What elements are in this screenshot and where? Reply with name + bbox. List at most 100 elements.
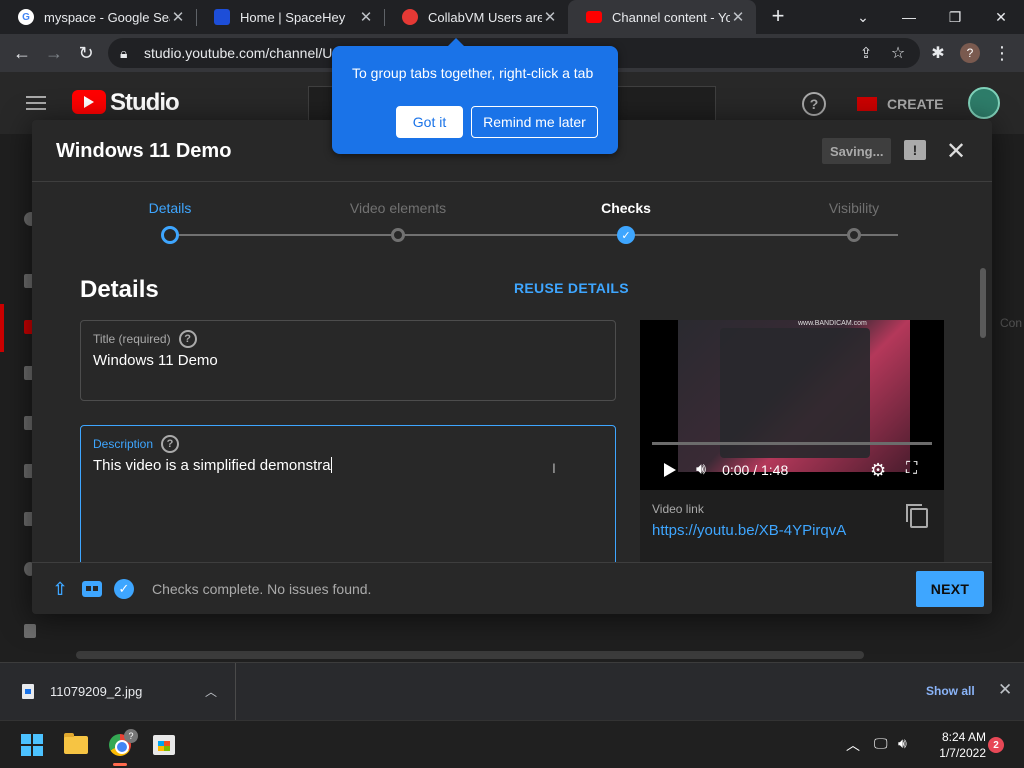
create-button[interactable]: CREATE bbox=[843, 88, 947, 120]
tab-collabvm[interactable]: CollabVM Users are creative ✕ bbox=[384, 0, 568, 34]
tab-search-chevron-icon[interactable]: ⌄ bbox=[840, 0, 886, 34]
reload-button[interactable]: ↻ bbox=[72, 40, 100, 66]
help-icon[interactable]: ? bbox=[802, 92, 826, 116]
dialog-close-button[interactable]: ✕ bbox=[944, 138, 968, 165]
share-icon[interactable]: ⇪ bbox=[852, 40, 880, 66]
file-explorer-button[interactable] bbox=[56, 727, 96, 763]
system-clock[interactable]: 8:24 AM 1/7/2022 bbox=[928, 729, 986, 761]
tab-title: Channel content - YouTube Studio bbox=[612, 9, 730, 25]
close-tab-icon[interactable]: ✕ bbox=[358, 9, 374, 26]
menu-hamburger-icon[interactable] bbox=[24, 92, 48, 114]
next-button[interactable]: NEXT bbox=[916, 571, 984, 607]
checks-complete-icon[interactable]: ✓ bbox=[114, 579, 134, 599]
video-link[interactable]: https://youtu.be/XB-4YPirqvA bbox=[652, 522, 846, 539]
volume-tray-icon[interactable]: 🔊︎ bbox=[898, 735, 907, 752]
watermark-text: www.BANDICAM.com bbox=[798, 320, 867, 327]
start-button[interactable] bbox=[12, 727, 52, 763]
close-shelf-icon[interactable]: ✕ bbox=[998, 680, 1012, 700]
video-link-panel: Video link https://youtu.be/XB-4YPirqvA bbox=[640, 490, 944, 570]
spacehey-icon bbox=[214, 9, 230, 25]
chrome-taskbar-button[interactable]: ? bbox=[100, 727, 140, 763]
play-icon[interactable] bbox=[664, 463, 676, 477]
title-label-text: Title (required) bbox=[93, 332, 171, 346]
background-column-text: Con bbox=[1000, 316, 1023, 330]
upload-stepper: Details Video elements Checks Visibility… bbox=[32, 182, 992, 252]
ibeam-cursor-icon: I bbox=[552, 460, 556, 476]
tab-title: myspace - Google Search bbox=[44, 9, 170, 25]
chrome-menu-icon[interactable]: ⋮ bbox=[988, 40, 1016, 66]
studio-logo-text[interactable]: Studio bbox=[110, 89, 180, 117]
video-progress-bar[interactable] bbox=[652, 442, 932, 445]
create-label: CREATE bbox=[887, 96, 944, 112]
dialog-scrollbar[interactable] bbox=[980, 268, 986, 338]
remind-later-button[interactable]: Remind me later bbox=[471, 106, 598, 138]
step-video-elements-label[interactable]: Video elements bbox=[308, 200, 488, 216]
new-tab-button[interactable]: + bbox=[766, 5, 790, 29]
sidebar-feedback-icon[interactable] bbox=[24, 624, 36, 638]
fullscreen-icon[interactable]: ⛶ bbox=[906, 460, 917, 478]
step-details-label[interactable]: Details bbox=[80, 200, 260, 216]
clock-time: 8:24 AM bbox=[941, 730, 986, 744]
close-tab-icon[interactable]: ✕ bbox=[542, 9, 558, 26]
extensions-puzzle-icon[interactable]: ✱ bbox=[924, 40, 952, 66]
reuse-details-button[interactable]: REUSE DETAILS bbox=[514, 280, 629, 296]
upload-status-icon[interactable]: ⇧ bbox=[50, 579, 70, 599]
help-question-icon[interactable]: ? bbox=[178, 330, 197, 348]
horizontal-scrollbar[interactable] bbox=[76, 651, 864, 659]
profile-avatar: ? bbox=[960, 43, 980, 63]
title-field[interactable]: Title (required) ? Windows 11 Demo bbox=[80, 320, 616, 401]
volume-icon[interactable]: 🔊︎ bbox=[696, 461, 706, 479]
channel-avatar[interactable] bbox=[968, 87, 1000, 119]
folder-icon bbox=[64, 733, 88, 754]
youtube-logo-icon[interactable] bbox=[72, 90, 106, 114]
title-field-label: Title (required) ? bbox=[93, 330, 197, 348]
step-details-dot[interactable] bbox=[161, 226, 179, 244]
step-checks-label[interactable]: Checks bbox=[536, 200, 716, 216]
step-visibility-dot[interactable] bbox=[847, 228, 861, 242]
details-heading: Details bbox=[80, 276, 159, 303]
youtube-icon bbox=[586, 11, 602, 23]
restore-button[interactable]: ❐ bbox=[932, 0, 978, 34]
tab-title: Home | SpaceHey bbox=[240, 9, 346, 25]
close-tab-icon[interactable]: ✕ bbox=[170, 9, 186, 26]
video-preview-player[interactable]: www.BANDICAM.com 🔊︎ 0:00 / 1:48 ⚙ ⛶ bbox=[640, 320, 944, 490]
player-controls: 🔊︎ 0:00 / 1:48 ⚙ ⛶ bbox=[640, 454, 944, 486]
settings-gear-icon[interactable]: ⚙ bbox=[870, 460, 886, 481]
copy-icon[interactable] bbox=[906, 504, 928, 528]
network-icon[interactable]: 🖵︎ bbox=[874, 735, 888, 752]
sidebar-active-indicator bbox=[0, 304, 4, 352]
forward-button[interactable]: → bbox=[40, 40, 68, 66]
help-question-icon[interactable]: ? bbox=[161, 435, 180, 453]
lock-icon: 🔒︎ bbox=[120, 44, 128, 61]
got-it-button[interactable]: Got it bbox=[396, 106, 463, 138]
step-checks-checkmark-icon[interactable]: ✓ bbox=[617, 226, 635, 244]
minimize-button[interactable]: — bbox=[886, 0, 932, 34]
tray-chevron-up-icon[interactable]: ︿ bbox=[846, 735, 860, 755]
description-field[interactable]: Description ? This video is a simplified… bbox=[80, 425, 616, 575]
download-filename: 11079209_2.jpg bbox=[50, 684, 143, 699]
description-value[interactable]: This video is a simplified demonstra bbox=[93, 457, 332, 474]
profile-button[interactable]: ? bbox=[956, 40, 984, 66]
title-value[interactable]: Windows 11 Demo bbox=[93, 352, 218, 369]
feedback-icon[interactable]: ! bbox=[904, 140, 926, 160]
store-button[interactable] bbox=[144, 727, 184, 763]
collabvm-icon bbox=[402, 9, 418, 25]
step-visibility-label[interactable]: Visibility bbox=[764, 200, 944, 216]
notification-badge[interactable]: 2 bbox=[988, 737, 1004, 753]
chevron-up-icon[interactable]: ︿ bbox=[205, 683, 217, 700]
back-button[interactable]: ← bbox=[8, 40, 36, 66]
youtube-studio-page: Studio ? CREATE Con Windows 11 Demo Savi… bbox=[0, 72, 1024, 662]
windows-logo-icon bbox=[21, 734, 43, 756]
saving-status-badge: Saving... bbox=[822, 138, 892, 164]
tab-spacehey[interactable]: Home | SpaceHey ✕ bbox=[196, 0, 384, 34]
hd-processing-icon[interactable] bbox=[82, 581, 102, 597]
window-close-button[interactable]: ✕ bbox=[978, 0, 1024, 34]
step-video-elements-dot[interactable] bbox=[391, 228, 405, 242]
tab-youtube-studio[interactable]: Channel content - YouTube Studio ✕ bbox=[568, 0, 756, 34]
bookmark-star-icon[interactable]: ☆ bbox=[884, 40, 912, 66]
download-item[interactable]: 11079209_2.jpg ︿ bbox=[0, 663, 236, 721]
show-all-downloads-button[interactable]: Show all bbox=[926, 684, 975, 698]
dialog-footer: ⇧ ✓ Checks complete. No issues found. NE… bbox=[32, 562, 992, 614]
close-tab-icon[interactable]: ✕ bbox=[730, 9, 746, 26]
tab-google-search[interactable]: G myspace - Google Search ✕ bbox=[0, 0, 196, 34]
